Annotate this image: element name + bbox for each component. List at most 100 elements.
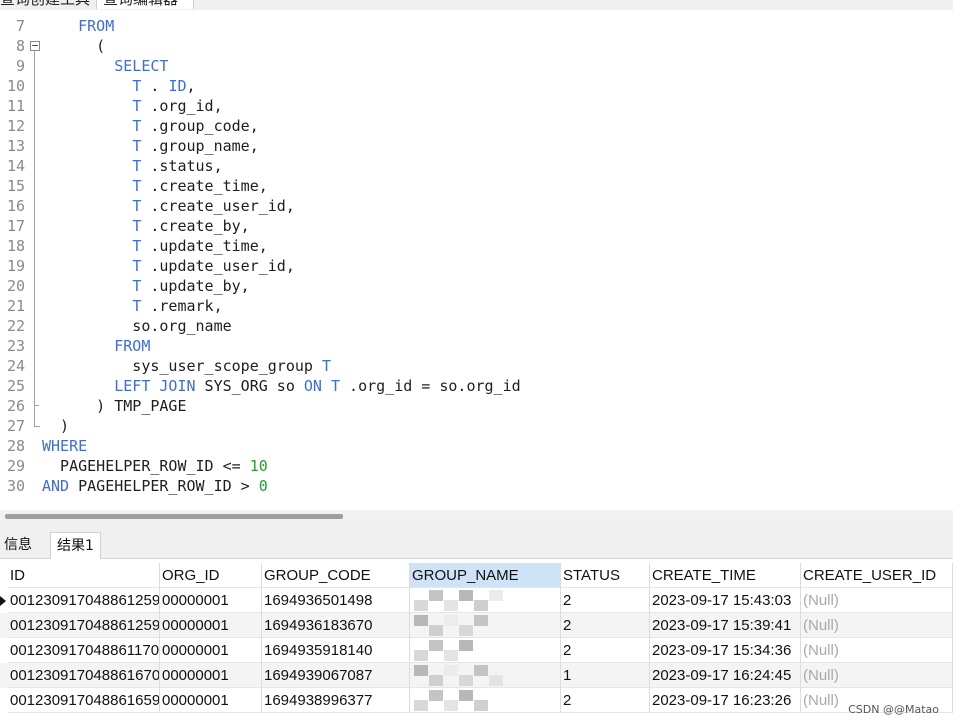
- code-line[interactable]: 15 T .create_time,: [0, 176, 953, 196]
- table-cell[interactable]: 2: [561, 638, 650, 663]
- code-line[interactable]: 21 T .remark,: [0, 296, 953, 316]
- table-cell[interactable]: [410, 588, 561, 613]
- table-cell[interactable]: 2023-09-17 15:34:36: [650, 638, 801, 663]
- code-line[interactable]: 7 FROM: [0, 16, 953, 36]
- code-line[interactable]: 9 SELECT: [0, 56, 953, 76]
- table-cell[interactable]: [410, 663, 561, 688]
- column-header-group-name[interactable]: GROUP_NAME: [410, 563, 561, 588]
- table-cell[interactable]: 001230917048861670: [8, 663, 160, 688]
- code-text: SELECT: [114, 57, 169, 75]
- code-line[interactable]: 8 (: [0, 36, 953, 56]
- table-cell[interactable]: (Null): [801, 638, 953, 663]
- code-line[interactable]: 20 T .update_by,: [0, 276, 953, 296]
- table-cell[interactable]: [410, 613, 561, 638]
- column-header-create-time[interactable]: CREATE_TIME: [650, 563, 801, 588]
- table-cell[interactable]: 00000001: [160, 638, 262, 663]
- code-line[interactable]: 19 T .update_user_id,: [0, 256, 953, 276]
- code-line[interactable]: 30 AND PAGEHELPER_ROW_ID > 0: [0, 476, 953, 496]
- table-cell[interactable]: 00000001: [160, 688, 262, 713]
- table-row[interactable]: 001230917048861170 00000001 1694935918140 2…: [0, 638, 953, 663]
- code-line[interactable]: 27 ): [0, 416, 953, 436]
- table-cell[interactable]: [410, 638, 561, 663]
- result-tab-strip: 信息 结果1: [0, 530, 953, 559]
- scrollbar-thumb[interactable]: [5, 514, 343, 519]
- table-cell[interactable]: 001230917048861259: [8, 613, 160, 638]
- code-text: sys_user_scope_group T: [42, 357, 331, 375]
- table-cell[interactable]: (Null): [801, 588, 953, 613]
- table-cell[interactable]: 001230917048861259: [8, 588, 160, 613]
- table-cell[interactable]: (Null): [801, 613, 953, 638]
- sql-editor[interactable]: 7 FROM 8 (9 SELECT 10 T . ID, 11 T .org_id,…: [0, 10, 953, 510]
- table-cell[interactable]: [410, 688, 561, 713]
- line-number: 7: [15, 17, 25, 35]
- splitter[interactable]: [0, 522, 953, 530]
- code-text: T .update_time,: [132, 237, 268, 255]
- code-line[interactable]: 11 T .org_id,: [0, 96, 953, 116]
- column-header-org-id[interactable]: ORG_ID: [160, 563, 262, 588]
- code-text: (: [42, 37, 106, 55]
- table-cell[interactable]: 2023-09-17 15:39:41: [650, 613, 801, 638]
- table-cell[interactable]: 1694939067087: [262, 663, 410, 688]
- table-row[interactable]: 001230917048861670 00000001 1694939067087 1…: [0, 663, 953, 688]
- code-line[interactable]: 13 T .group_name,: [0, 136, 953, 156]
- tab-query-builder[interactable]: 查询创建工具: [0, 0, 92, 9]
- column-header-status[interactable]: STATUS: [561, 563, 650, 588]
- tab-info[interactable]: 信息: [0, 532, 38, 558]
- line-number: 9: [15, 57, 25, 75]
- code-line[interactable]: 23 FROM: [0, 336, 953, 356]
- table-cell[interactable]: 001230917048861170: [8, 638, 160, 663]
- table-row[interactable]: 001230917048861259 00000001 1694936501498 2…: [0, 588, 953, 613]
- table-cell[interactable]: 1: [561, 663, 650, 688]
- code-line[interactable]: 16 T .create_user_id,: [0, 196, 953, 216]
- table-cell[interactable]: 1694936183670: [262, 613, 410, 638]
- table-cell[interactable]: 2023-09-17 16:24:45: [650, 663, 801, 688]
- tab-result-1[interactable]: 结果1: [50, 532, 101, 559]
- table-cell[interactable]: 2: [561, 688, 650, 713]
- code-line[interactable]: 10 T . ID,: [0, 76, 953, 96]
- table-cell[interactable]: 2: [561, 588, 650, 613]
- table-cell[interactable]: 00000001: [160, 588, 262, 613]
- table-cell[interactable]: 2: [561, 613, 650, 638]
- code-text: ): [42, 417, 70, 435]
- line-number: 11: [6, 97, 25, 115]
- code-line[interactable]: 25 LEFT JOIN SYS_ORG so ON T .org_id = s…: [0, 376, 953, 396]
- result-grid[interactable]: ID ORG_ID GROUP_CODE GROUP_NAME STATUS CREATE…: [0, 563, 953, 723]
- table-cell[interactable]: (Null): [801, 663, 953, 688]
- code-line[interactable]: 17 T .create_by,: [0, 216, 953, 236]
- table-cell[interactable]: 1694938996377: [262, 688, 410, 713]
- column-header-create-user-id[interactable]: CREATE_USER_ID: [801, 563, 953, 588]
- table-cell[interactable]: 00000001: [160, 663, 262, 688]
- table-row[interactable]: 001230917048861659 00000001 1694938996377 2…: [0, 688, 953, 713]
- code-line[interactable]: 29 PAGEHELPER_ROW_ID <= 10: [0, 456, 953, 476]
- fold-collapse-icon[interactable]: [30, 41, 40, 51]
- table-cell[interactable]: 2023-09-17 15:43:03: [650, 588, 801, 613]
- fold-gutter: [30, 156, 40, 176]
- code-line[interactable]: 28 WHERE: [0, 436, 953, 456]
- line-number: 10: [6, 77, 25, 95]
- editor-horizontal-scrollbar[interactable]: [0, 510, 953, 522]
- code-line[interactable]: 24 sys_user_scope_group T: [0, 356, 953, 376]
- line-number: 22: [6, 317, 25, 335]
- fold-gutter: [30, 296, 40, 316]
- line-number: 12: [6, 117, 25, 135]
- column-header-group-code[interactable]: GROUP_CODE: [262, 563, 410, 588]
- table-cell[interactable]: 00000001: [160, 613, 262, 638]
- code-line[interactable]: 12 T .group_code,: [0, 116, 953, 136]
- code-line[interactable]: 22 so.org_name: [0, 316, 953, 336]
- column-header-id[interactable]: ID: [8, 563, 160, 588]
- tab-query-editor[interactable]: 查询编辑器: [96, 0, 194, 9]
- fold-gutter[interactable]: [30, 36, 40, 56]
- code-text: T .create_time,: [132, 177, 268, 195]
- table-cell[interactable]: 1694935918140: [262, 638, 410, 663]
- code-line[interactable]: 14 T .status,: [0, 156, 953, 176]
- table-row[interactable]: 001230917048861259 00000001 1694936183670 2…: [0, 613, 953, 638]
- table-cell[interactable]: 001230917048861659: [8, 688, 160, 713]
- code-line[interactable]: 18 T .update_time,: [0, 236, 953, 256]
- code-line[interactable]: 26 ) TMP_PAGE: [0, 396, 953, 416]
- fold-gutter: [30, 476, 40, 496]
- code-text: FROM: [114, 337, 151, 355]
- table-cell[interactable]: 1694936501498: [262, 588, 410, 613]
- table-cell[interactable]: 2023-09-17 16:23:26: [650, 688, 801, 713]
- code-text: T .update_by,: [132, 277, 250, 295]
- code-text: ) TMP_PAGE: [42, 397, 187, 415]
